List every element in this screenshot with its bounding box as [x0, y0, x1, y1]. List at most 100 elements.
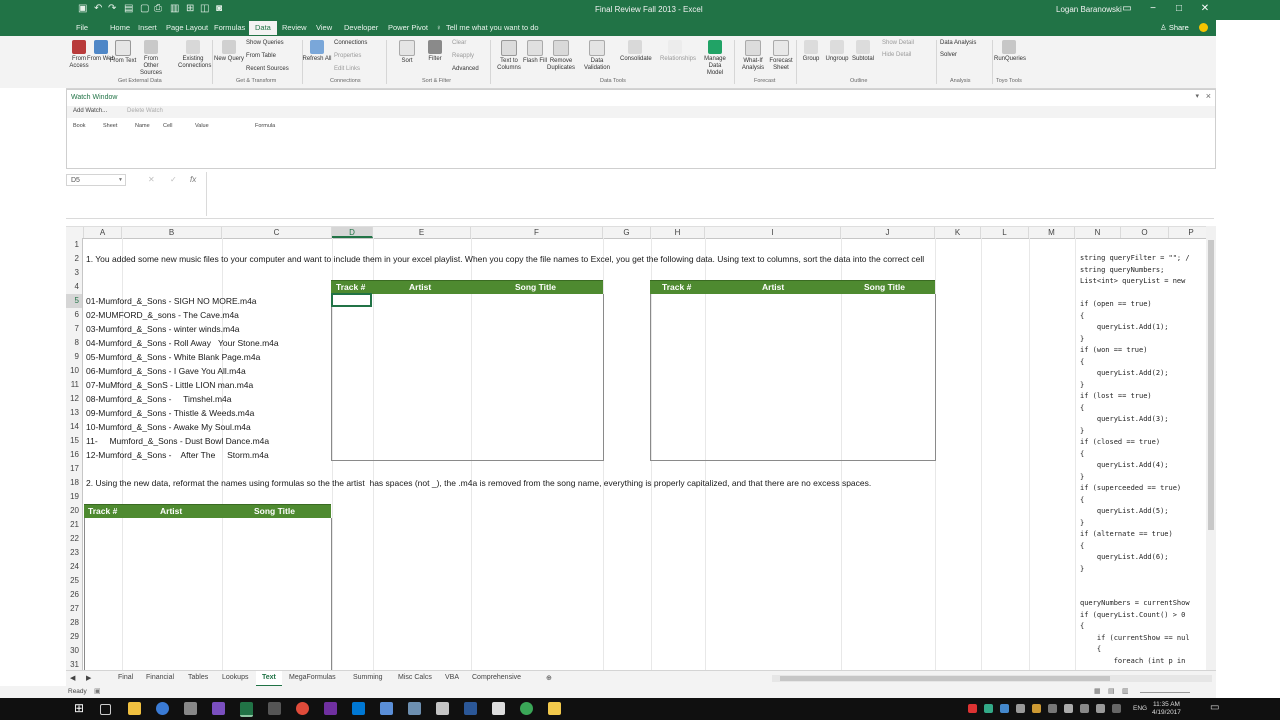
ribbon-display-icon[interactable]: ▭ — [1120, 3, 1134, 14]
chrome-icon[interactable] — [296, 702, 309, 715]
feedback-icon[interactable] — [1199, 23, 1208, 32]
maximize-button[interactable]: □ — [1172, 3, 1186, 14]
from-text-button[interactable]: From Text — [108, 40, 138, 65]
table-body[interactable] — [331, 294, 604, 461]
row-header[interactable]: 17 — [66, 462, 83, 476]
sheet-tab-tables[interactable]: Tables — [188, 674, 208, 681]
sheet-tab-financial[interactable]: Financial — [146, 674, 174, 681]
watch-col-name[interactable]: Name — [135, 123, 150, 129]
row-header[interactable]: 29 — [66, 630, 83, 644]
app-icon[interactable] — [380, 702, 393, 715]
run-queries-button[interactable]: RunQueries — [994, 40, 1026, 63]
name-box[interactable]: D5 — [66, 174, 126, 186]
watch-col-cell[interactable]: Cell — [163, 123, 172, 129]
column-header-k[interactable]: K — [935, 227, 981, 238]
data-analysis-button[interactable]: Data Analysis — [940, 40, 976, 46]
row-header[interactable]: 27 — [66, 602, 83, 616]
column-header-n[interactable]: N — [1075, 227, 1121, 238]
file-name-cell[interactable]: 08-Mumford_&_Sons - Timshel.m4a — [86, 392, 232, 406]
data-validation-button[interactable]: Data Validation — [582, 40, 612, 72]
connections-button[interactable]: Connections — [334, 40, 367, 46]
tab-data[interactable]: Data — [249, 21, 277, 35]
refresh-all-button[interactable]: Refresh All — [302, 40, 332, 63]
redo-icon[interactable]: ↷ — [108, 3, 116, 14]
prev-sheet-icon[interactable]: ◀ — [70, 674, 75, 682]
from-other-sources-button[interactable]: From Other Sources — [136, 40, 166, 77]
row-header[interactable]: 4 — [66, 280, 83, 294]
artist-header[interactable]: Artist — [762, 281, 784, 294]
sheet-tab-text[interactable]: Text — [256, 671, 282, 687]
file-name-cell[interactable]: 04-Mumford_&_Sons - Roll Away Your Stone… — [86, 336, 279, 350]
user-name[interactable]: Logan Baranowski — [1056, 5, 1122, 14]
outlook-icon[interactable] — [352, 702, 365, 715]
watch-col-book[interactable]: Book — [73, 123, 86, 129]
row-header[interactable]: 6 — [66, 308, 83, 322]
tab-file[interactable]: File — [76, 23, 88, 32]
column-header-c[interactable]: C — [222, 227, 332, 238]
tab-page-layout[interactable]: Page Layout — [166, 23, 208, 32]
track-header[interactable]: Track # — [88, 505, 117, 518]
column-header-g[interactable]: G — [603, 227, 651, 238]
file-name-cell[interactable]: 07-MuMford_&_SonS - Little LION man.m4a — [86, 378, 253, 392]
scroll-thumb[interactable] — [780, 676, 1110, 681]
sheet-tab-final[interactable]: Final — [118, 674, 133, 681]
track-header[interactable]: Track # — [662, 281, 691, 294]
customize-icon[interactable]: ▤ — [124, 3, 133, 14]
sheet-tab-comprehensive[interactable]: Comprehensive — [472, 674, 521, 681]
file-name-cell[interactable]: 09-Mumford_&_Sons - Thistle & Weeds.m4a — [86, 406, 254, 420]
scroll-thumb[interactable] — [1208, 240, 1214, 530]
row-header[interactable]: 9 — [66, 350, 83, 364]
column-header-h[interactable]: H — [651, 227, 705, 238]
row-header[interactable]: 14 — [66, 420, 83, 434]
page-break-view-icon[interactable]: ▥ — [1122, 687, 1129, 695]
subtotal-button[interactable]: Subtotal — [848, 40, 878, 63]
remove-duplicates-button[interactable]: Remove Duplicates — [546, 40, 576, 72]
clock[interactable]: 11:35 AM 4/19/2017 — [1152, 701, 1181, 717]
tab-view[interactable]: View — [316, 23, 332, 32]
enter-icon[interactable]: ✓ — [170, 175, 177, 184]
sheet-tab-misc-calcs[interactable]: Misc Calcs — [398, 674, 432, 681]
row-header[interactable]: 31 — [66, 658, 83, 670]
forecast-sheet-button[interactable]: Forecast Sheet — [766, 40, 796, 72]
calculator-icon[interactable] — [184, 702, 197, 715]
zoom-slider[interactable] — [1140, 692, 1190, 693]
undo-icon[interactable]: ↶ — [94, 3, 102, 14]
column-header-d[interactable]: D — [332, 227, 373, 238]
volume-icon[interactable] — [1096, 704, 1105, 713]
file-name-cell[interactable]: 02-MUMFORD_&_sons - The Cave.m4a — [86, 308, 239, 322]
new-query-button[interactable]: New Query — [214, 40, 244, 63]
solver-button[interactable]: Solver — [940, 52, 957, 58]
artist-header[interactable]: Artist — [160, 505, 182, 518]
add-watch-button[interactable]: Add Watch... — [73, 108, 107, 114]
column-header-b[interactable]: B — [122, 227, 222, 238]
wifi-icon[interactable] — [1080, 704, 1089, 713]
song-title-header[interactable]: Song Title — [254, 505, 295, 518]
sort-button[interactable]: Sort — [392, 40, 422, 65]
column-header-m[interactable]: M — [1029, 227, 1075, 238]
file-name-cell[interactable]: 05-Mumford_&_Sons - White Blank Page.m4a — [86, 350, 260, 364]
file-name-cell[interactable]: 11- Mumford_&_Sons - Dust Bowl Dance.m4a — [86, 434, 269, 448]
row-header[interactable]: 2 — [66, 252, 83, 266]
instruction-2[interactable]: 2. Using the new data, reformat the name… — [86, 476, 1074, 490]
properties-button[interactable]: Properties — [334, 53, 361, 59]
file-name-cell[interactable]: 03-Mumford_&_Sons - winter winds.m4a — [86, 322, 240, 336]
row-header[interactable]: 8 — [66, 336, 83, 350]
dropdown-icon[interactable]: ▾ — [1195, 92, 1199, 100]
column-header-a[interactable]: A — [84, 227, 122, 238]
formula-input[interactable] — [206, 172, 1207, 216]
notification-icon[interactable]: ▭ — [1210, 702, 1219, 713]
reapply-button[interactable]: Reapply — [452, 53, 474, 59]
file-name-cell[interactable]: 06-Mumford_&_Sons - I Gave You All.m4a — [86, 364, 246, 378]
edit-links-button[interactable]: Edit Links — [334, 66, 360, 72]
task-view-icon[interactable] — [100, 704, 111, 715]
file-name-cell[interactable]: 10-Mumford_&_Sons - Awake My Soul.m4a — [86, 420, 251, 434]
row-header[interactable]: 3 — [66, 266, 83, 280]
document-icon[interactable]: ▥ — [170, 3, 179, 14]
selected-cell[interactable] — [331, 293, 372, 307]
row-header[interactable]: 16 — [66, 448, 83, 462]
column-header-e[interactable]: E — [373, 227, 471, 238]
tab-power-pivot[interactable]: Power Pivot — [388, 23, 428, 32]
sheet-tab-vba[interactable]: VBA — [445, 674, 459, 681]
row-header[interactable]: 18 — [66, 476, 83, 490]
tab-formulas[interactable]: Formulas — [214, 23, 245, 32]
